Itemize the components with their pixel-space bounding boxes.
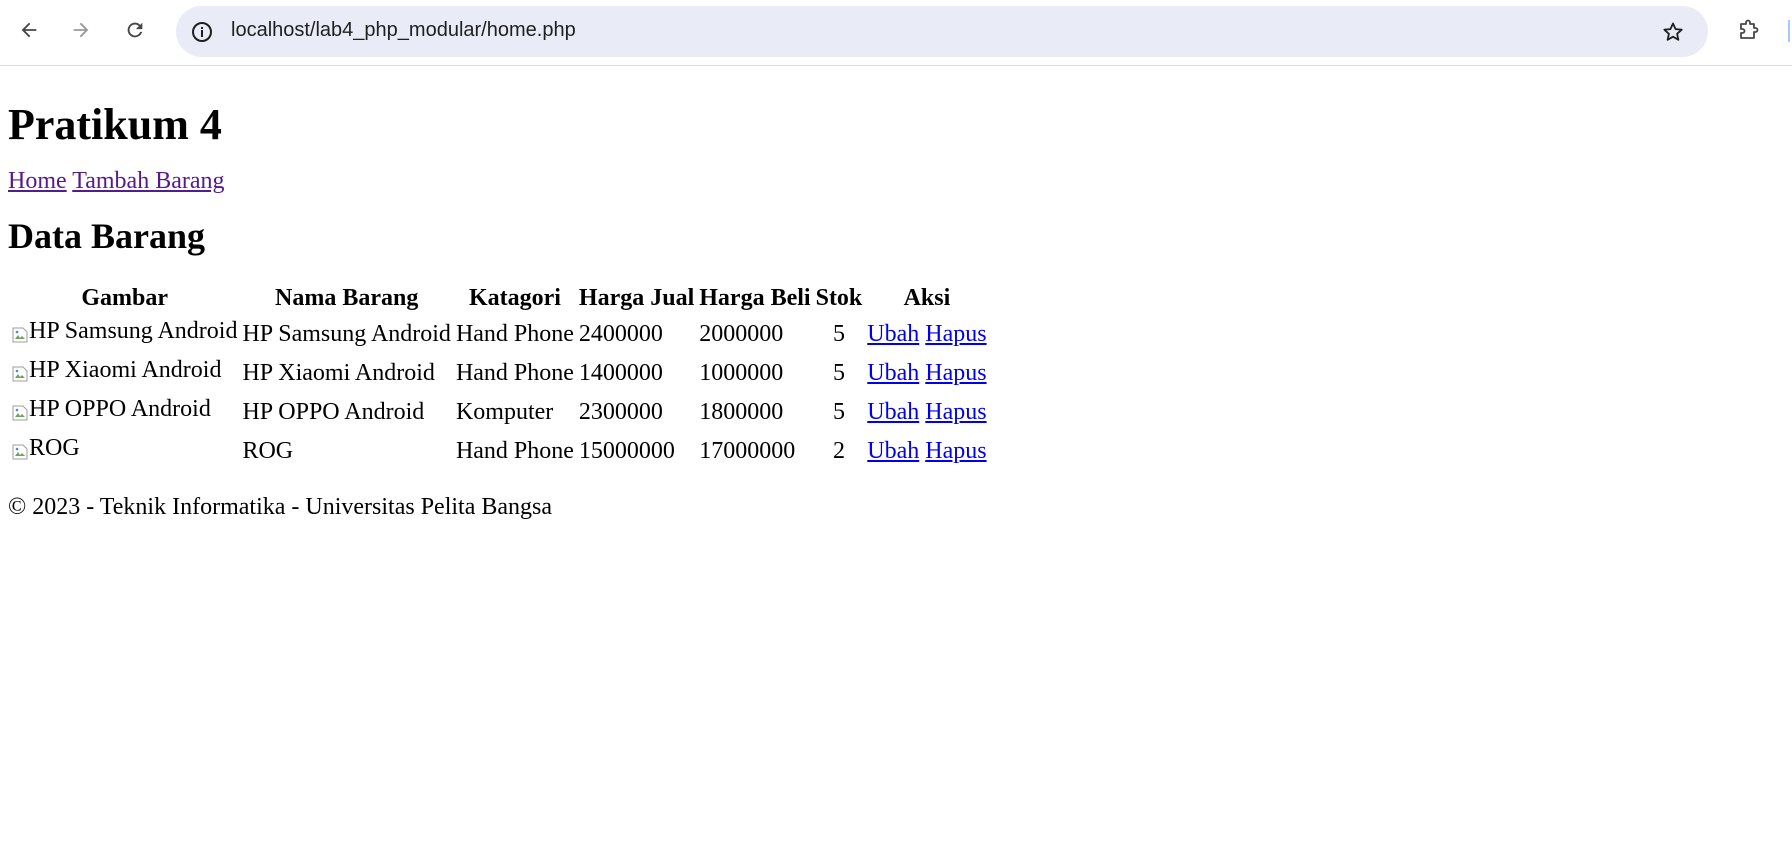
header-nama-barang: Nama Barang xyxy=(275,285,419,312)
table-row: HP Samsung Android HP Samsung Android Ha… xyxy=(11,316,988,352)
cell-aksi: Ubah Hapus xyxy=(866,394,987,430)
cell-kategori: Komputer xyxy=(455,399,554,426)
cell-harga-jual: 15000000 xyxy=(578,438,675,465)
nav-link-tambah-barang[interactable]: Tambah Barang xyxy=(72,168,224,194)
ubah-link[interactable]: Ubah xyxy=(867,321,919,347)
cell-aksi: Ubah Hapus xyxy=(866,316,987,352)
reload-button[interactable] xyxy=(118,13,152,47)
header-stok: Stok xyxy=(815,285,863,312)
address-bar[interactable]: localhost/lab4_php_modular/home.php xyxy=(176,6,1708,57)
cell-harga-jual: 1400000 xyxy=(578,360,663,387)
extensions-icon xyxy=(1740,19,1759,39)
hapus-link[interactable]: Hapus xyxy=(925,399,986,425)
back-arrow-icon xyxy=(21,22,37,38)
page-footer: © 2023 - Teknik Informatika - Universita… xyxy=(8,494,552,521)
site-info-icon[interactable] xyxy=(188,18,215,45)
cell-aksi: Ubah Hapus xyxy=(866,433,987,469)
cell-harga-beli: 17000000 xyxy=(699,438,796,465)
ubah-link[interactable]: Ubah xyxy=(867,399,919,425)
forward-button[interactable] xyxy=(64,13,98,47)
cell-nama: HP Samsung Android xyxy=(242,321,451,348)
cell-stok: 5 xyxy=(832,321,845,348)
reload-icon xyxy=(127,22,143,38)
ubah-link[interactable]: Ubah xyxy=(867,438,919,464)
cell-kategori: Hand Phone xyxy=(455,360,574,387)
broken-image-icon xyxy=(12,322,28,343)
cell-kategori: Hand Phone xyxy=(455,321,574,348)
cell-gambar: HP OPPO Android xyxy=(11,394,238,430)
page-title: Pratikum 4 xyxy=(8,100,222,149)
browser-toolbar: localhost/lab4_php_modular/home.php xyxy=(0,0,1792,66)
table-row: HP OPPO Android HP OPPO Android Komputer… xyxy=(11,394,988,430)
cell-harga-jual: 2400000 xyxy=(578,321,663,348)
header-gambar: Gambar xyxy=(81,285,169,312)
cell-harga-beli: 2000000 xyxy=(699,321,784,348)
header-aksi: Aksi xyxy=(903,285,951,312)
image-alt-text: HP Xiaomi Android xyxy=(29,357,222,384)
table-row: HP Xiaomi Android HP Xiaomi Android Hand… xyxy=(11,355,988,391)
image-alt-text: HP OPPO Android xyxy=(29,396,211,423)
cell-stok: 2 xyxy=(832,438,845,465)
image-alt-text: ROG xyxy=(29,435,80,462)
hapus-link[interactable]: Hapus xyxy=(925,321,986,347)
header-harga-beli: Harga Beli xyxy=(699,285,811,312)
data-barang-table: Gambar Nama Barang Katagori Harga Jual H… xyxy=(8,280,991,472)
cell-nama: HP OPPO Android xyxy=(242,399,425,426)
cell-gambar: HP Samsung Android xyxy=(11,316,238,352)
image-alt-text: HP Samsung Android xyxy=(29,318,238,345)
table-header-row: Gambar Nama Barang Katagori Harga Jual H… xyxy=(11,283,988,313)
hapus-link[interactable]: Hapus xyxy=(925,438,986,464)
cell-nama: ROG xyxy=(242,438,294,465)
broken-image-icon xyxy=(12,361,28,382)
ubah-link[interactable]: Ubah xyxy=(867,360,919,386)
cell-harga-beli: 1800000 xyxy=(699,399,784,426)
cell-nama: HP Xiaomi Android xyxy=(242,360,435,387)
section-title: Data Barang xyxy=(8,215,205,256)
page-content: Pratikum 4 Home Tambah Barang Data Baran… xyxy=(0,99,1792,521)
table-row: ROG ROG Hand Phone 15000000 17000000 2 U… xyxy=(11,433,988,469)
window-edge-marker xyxy=(1788,20,1790,42)
cell-gambar: HP Xiaomi Android xyxy=(11,355,238,391)
cell-aksi: Ubah Hapus xyxy=(866,355,987,391)
cell-gambar: ROG xyxy=(11,433,238,469)
forward-arrow-icon xyxy=(73,22,89,38)
hapus-link[interactable]: Hapus xyxy=(925,360,986,386)
cell-harga-beli: 1000000 xyxy=(699,360,784,387)
back-button[interactable] xyxy=(12,13,46,47)
extensions-button[interactable] xyxy=(1731,14,1765,48)
header-harga-jual: Harga Jual xyxy=(578,285,695,312)
bookmark-star-icon[interactable] xyxy=(1659,18,1686,45)
page-nav: Home Tambah Barang xyxy=(8,166,1784,197)
broken-image-icon xyxy=(12,400,28,421)
cell-kategori: Hand Phone xyxy=(455,438,574,465)
nav-link-home[interactable]: Home xyxy=(8,168,67,194)
broken-image-icon xyxy=(12,439,28,460)
cell-stok: 5 xyxy=(832,399,845,426)
header-katagori: Katagori xyxy=(468,285,561,312)
url-text[interactable]: localhost/lab4_php_modular/home.php xyxy=(231,19,576,42)
cell-harga-jual: 2300000 xyxy=(578,399,663,426)
cell-stok: 5 xyxy=(832,360,845,387)
